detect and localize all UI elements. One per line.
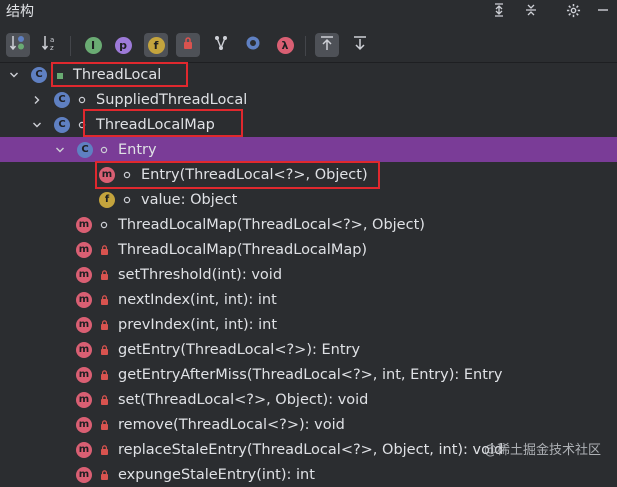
- structure-tree: C ThreadLocal C SuppliedThreadLocal C Th…: [0, 62, 617, 483]
- toolbar-divider: [305, 36, 306, 56]
- highlight-box: [95, 161, 380, 189]
- class-icon: C: [77, 141, 93, 158]
- tree-node-method[interactable]: m remove(ThreadLocal<?>): void: [0, 412, 617, 437]
- panel-title: 结构: [6, 4, 34, 20]
- autoscroll-from-source-button[interactable]: [348, 33, 372, 57]
- tree-node-value-field[interactable]: f value: Object: [0, 187, 617, 212]
- tree-node-label: replaceStaleEntry(ThreadLocal<?>, Object…: [118, 441, 504, 458]
- method-icon: m: [76, 366, 92, 383]
- scroll-from-icon: [352, 35, 368, 55]
- lock-icon: [99, 444, 109, 455]
- expand-all-icon[interactable]: [488, 0, 510, 20]
- lock-icon: [181, 36, 195, 54]
- tree-node-label: setThreshold(int): void: [118, 266, 283, 283]
- tree-node-method[interactable]: m getEntryAfterMiss(ThreadLocal<?>, int,…: [0, 362, 617, 387]
- lock-icon: [99, 344, 109, 355]
- tree-node-label: getEntry(ThreadLocal<?>): Entry: [118, 341, 361, 358]
- tree-node-method[interactable]: m getEntry(ThreadLocal<?>): Entry: [0, 337, 617, 362]
- show-properties-button[interactable]: p: [111, 33, 135, 57]
- tree-node-label: value: Object: [141, 191, 238, 208]
- static-method-icon: m: [76, 316, 92, 333]
- chevron-down-icon[interactable]: [53, 143, 67, 157]
- show-modules-button[interactable]: [241, 33, 265, 57]
- tree-node-label: ThreadLocalMap(ThreadLocal<?>, Object): [118, 216, 425, 233]
- tree-node-label: set(ThreadLocal<?>, Object): void: [118, 391, 369, 408]
- tree-node-label: getEntryAfterMiss(ThreadLocal<?>, int, E…: [118, 366, 503, 383]
- lock-icon: [99, 294, 109, 305]
- package-private-icon: [99, 220, 109, 230]
- package-private-icon: [122, 195, 132, 205]
- show-non-public-button[interactable]: [176, 33, 200, 57]
- method-icon: m: [76, 391, 92, 408]
- lock-icon: [99, 394, 109, 405]
- circle-icon: [245, 35, 261, 55]
- method-icon: m: [76, 441, 92, 458]
- show-anonymous-button[interactable]: [209, 33, 233, 57]
- tree-node-method[interactable]: m set(ThreadLocal<?>, Object): void: [0, 387, 617, 412]
- tree-node-entry[interactable]: C Entry: [0, 137, 617, 162]
- minimize-icon[interactable]: [592, 0, 614, 20]
- show-lambdas-button[interactable]: λ: [273, 33, 297, 57]
- tree-node-method[interactable]: m ThreadLocalMap(ThreadLocal<?>, Object): [0, 212, 617, 237]
- lock-icon: [99, 244, 109, 255]
- sort-alpha-icon: az: [41, 34, 59, 56]
- method-icon: m: [76, 341, 92, 358]
- branch-icon: [213, 35, 229, 55]
- sort-type-icon: [9, 34, 27, 56]
- tree-node-method[interactable]: m ThreadLocalMap(ThreadLocalMap): [0, 237, 617, 262]
- chevron-right-icon[interactable]: [30, 93, 44, 107]
- gear-icon[interactable]: [562, 0, 584, 20]
- method-icon: m: [76, 216, 92, 233]
- scroll-to-icon: [319, 35, 335, 55]
- package-private-icon: [77, 95, 87, 105]
- panel-header: 结构: [0, 0, 617, 22]
- tree-node-label: nextIndex(int, int): int: [118, 291, 277, 308]
- class-icon: C: [31, 66, 47, 83]
- method-icon: m: [76, 266, 92, 283]
- tree-node-method[interactable]: m setThreshold(int): void: [0, 262, 617, 287]
- class-icon: C: [54, 91, 70, 108]
- lock-icon: [99, 419, 109, 430]
- tree-node-label: ThreadLocalMap(ThreadLocalMap): [118, 241, 368, 258]
- tree-node-label: remove(ThreadLocal<?>): void: [118, 416, 345, 433]
- static-method-icon: m: [76, 291, 92, 308]
- tree-node-label: Entry: [118, 141, 157, 158]
- show-fields-button[interactable]: f: [144, 33, 168, 57]
- property-icon: p: [114, 36, 132, 54]
- lock-icon: [99, 319, 109, 330]
- show-inherited-button[interactable]: I: [81, 33, 105, 57]
- sort-by-type-button[interactable]: [6, 33, 30, 57]
- tree-node-method[interactable]: m nextIndex(int, int): int: [0, 287, 617, 312]
- tree-node-label: SuppliedThreadLocal: [96, 91, 248, 108]
- class-icon: C: [54, 116, 70, 133]
- sort-alphabetically-button[interactable]: az: [38, 33, 62, 57]
- chevron-down-icon[interactable]: [30, 118, 44, 132]
- field-icon: f: [99, 191, 115, 208]
- structure-toolbar: az I p f λ: [0, 26, 617, 63]
- collapse-all-icon[interactable]: [520, 0, 542, 20]
- svg-text:a: a: [50, 36, 54, 44]
- lock-icon: [99, 269, 109, 280]
- toolbar-divider: [70, 36, 71, 56]
- method-icon: m: [76, 241, 92, 258]
- tree-node-method[interactable]: m prevIndex(int, int): int: [0, 312, 617, 337]
- watermark: @稀土掘金技术社区: [483, 443, 601, 458]
- field-icon: f: [147, 36, 165, 54]
- package-private-icon: [99, 145, 109, 155]
- inherited-icon: I: [84, 36, 102, 54]
- highlight-box: [83, 109, 243, 137]
- method-icon: m: [76, 416, 92, 433]
- svg-text:z: z: [50, 44, 54, 52]
- chevron-down-icon[interactable]: [7, 68, 21, 82]
- highlight-box: [51, 62, 188, 87]
- autoscroll-to-source-button[interactable]: [315, 33, 339, 57]
- lambda-icon: λ: [276, 36, 294, 54]
- lock-icon: [99, 369, 109, 380]
- tree-node-label: prevIndex(int, int): int: [118, 316, 278, 333]
